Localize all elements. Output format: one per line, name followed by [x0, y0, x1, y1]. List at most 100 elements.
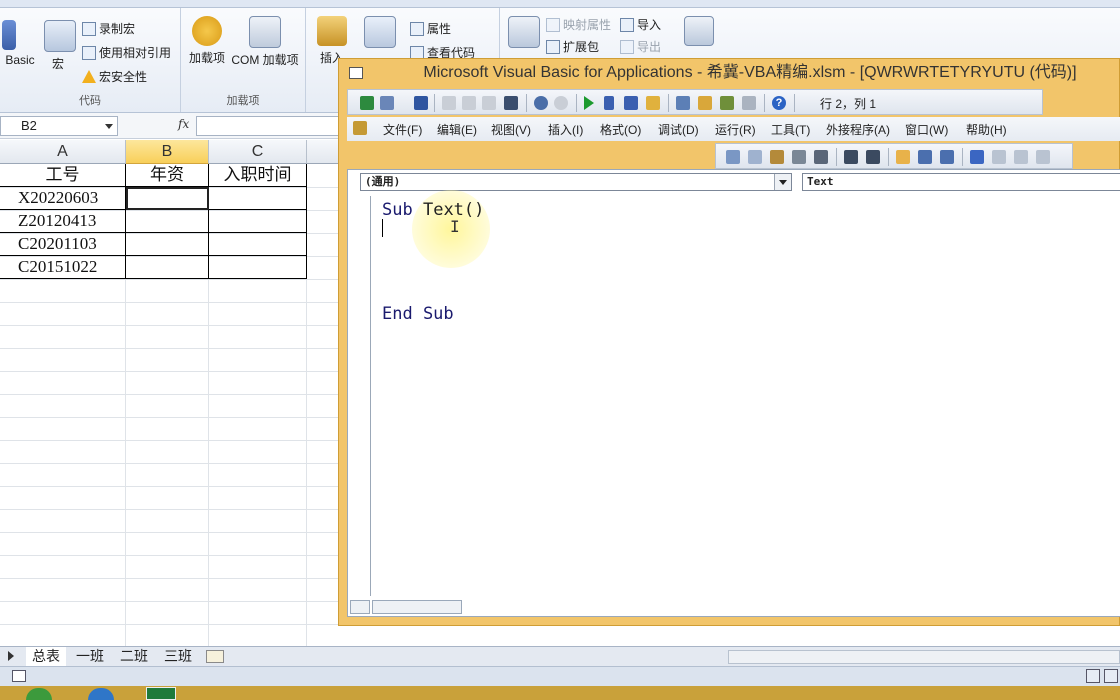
design-mode-button[interactable]	[362, 16, 398, 51]
visual-basic-button[interactable]: Basic	[2, 20, 38, 67]
object-browser-icon[interactable]	[720, 96, 734, 110]
table-cell[interactable]	[126, 256, 209, 279]
design-mode-icon[interactable]	[646, 96, 660, 110]
menu-edit[interactable]: 编辑(E)	[437, 121, 477, 138]
record-macro-button[interactable]: 录制宏	[82, 20, 135, 37]
source-button[interactable]	[508, 16, 540, 51]
table-cell[interactable]	[209, 256, 307, 279]
column-header-c[interactable]: C	[209, 140, 307, 164]
addins-button[interactable]: 加载项	[185, 16, 229, 66]
stop-icon[interactable]	[624, 96, 638, 110]
parameter-info-icon[interactable]	[792, 150, 806, 164]
table-header-cell[interactable]: 工号	[0, 164, 126, 187]
insert-userform-icon[interactable]	[380, 96, 394, 110]
code-line-1[interactable]: Sub Text()	[382, 200, 484, 220]
chevron-down-icon[interactable]	[774, 174, 791, 190]
sheet-tab-erban[interactable]: 二班	[114, 647, 154, 666]
expansion-packs-button[interactable]: 扩展包	[546, 38, 599, 55]
column-header-a[interactable]: A	[0, 140, 126, 164]
formula-input[interactable]	[196, 116, 340, 136]
menu-addins[interactable]: 外接程序(A)	[826, 121, 890, 138]
import-button[interactable]: 导入	[620, 16, 661, 33]
worksheet-grid[interactable]: A B C 工号 年资 入职时间 X20220603 Z20120413 C20…	[0, 140, 340, 646]
vba-app-menu-icon[interactable]	[353, 121, 367, 135]
horizontal-scrollbar[interactable]	[728, 650, 1120, 664]
undo-icon[interactable]	[534, 96, 548, 110]
list-properties-icon[interactable]	[726, 150, 740, 164]
procedure-view-toggle[interactable]	[350, 600, 370, 614]
cut-icon[interactable]	[442, 96, 456, 110]
view-excel-icon[interactable]	[360, 96, 374, 110]
export-button[interactable]: 导出	[620, 38, 661, 55]
page-layout-view-icon[interactable]	[1104, 669, 1118, 683]
table-cell[interactable]: C20201103	[0, 233, 126, 256]
sheet-tab-sanban[interactable]: 三班	[158, 647, 198, 666]
com-addins-button[interactable]: COM 加载项	[229, 16, 301, 68]
indent-icon[interactable]	[844, 150, 858, 164]
menu-format[interactable]: 格式(O)	[600, 121, 641, 138]
macros-button[interactable]: 宏	[44, 20, 76, 72]
save-icon[interactable]	[414, 96, 428, 110]
column-header-b[interactable]: B	[126, 140, 209, 164]
normal-view-icon[interactable]	[1086, 669, 1100, 683]
table-cell[interactable]	[126, 233, 209, 256]
quick-info-icon[interactable]	[770, 150, 784, 164]
table-cell[interactable]: X20220603	[0, 187, 126, 210]
table-cell[interactable]	[209, 233, 307, 256]
redo-icon[interactable]	[554, 96, 568, 110]
table-cell[interactable]	[209, 187, 307, 210]
procedure-dropdown[interactable]: Text	[802, 173, 1120, 191]
name-box[interactable]: B2	[0, 116, 118, 136]
tab-scroll-left-icon[interactable]	[8, 651, 14, 661]
start-orb-icon[interactable]	[26, 688, 52, 700]
macro-record-status-icon[interactable]	[12, 670, 26, 682]
project-explorer-icon[interactable]	[676, 96, 690, 110]
properties-window-icon[interactable]	[698, 96, 712, 110]
excel-taskbar-icon[interactable]	[146, 687, 176, 700]
insert-sheet-icon[interactable]	[206, 650, 224, 663]
properties-button[interactable]: 属性	[410, 20, 451, 37]
toggle-breakpoint-icon[interactable]	[896, 150, 910, 164]
menu-debug[interactable]: 调试(D)	[658, 121, 699, 138]
code-line-end-sub[interactable]: End Sub	[382, 304, 454, 324]
browser-taskbar-icon[interactable]	[88, 688, 114, 700]
sheet-tab-zongbiao[interactable]: 总表	[26, 647, 66, 666]
menu-insert[interactable]: 插入(I)	[548, 121, 583, 138]
macro-security-button[interactable]: 宏安全性	[82, 68, 147, 85]
find-icon[interactable]	[504, 96, 518, 110]
comment-block-icon[interactable]	[918, 150, 932, 164]
table-cell[interactable]: Z20120413	[0, 210, 126, 233]
help-icon[interactable]: ?	[772, 96, 786, 110]
menu-help[interactable]: 帮助(H)	[966, 121, 1007, 138]
menu-file[interactable]: 文件(F)	[383, 121, 422, 138]
clear-bookmarks-icon[interactable]	[1036, 150, 1050, 164]
active-cell[interactable]	[126, 187, 209, 210]
menu-window[interactable]: 窗口(W)	[905, 121, 948, 138]
sheet-tab-yiban[interactable]: 一班	[70, 647, 110, 666]
copy-icon[interactable]	[462, 96, 476, 110]
document-panel-icon[interactable]	[684, 16, 714, 46]
relative-reference-button[interactable]: 使用相对引用	[82, 44, 171, 61]
toggle-bookmark-icon[interactable]	[970, 150, 984, 164]
run-icon[interactable]	[584, 96, 594, 110]
table-cell[interactable]	[126, 210, 209, 233]
outdent-icon[interactable]	[866, 150, 880, 164]
paste-icon[interactable]	[482, 96, 496, 110]
object-dropdown[interactable]: (通用)	[360, 173, 792, 191]
uncomment-block-icon[interactable]	[940, 150, 954, 164]
table-header-cell[interactable]: 入职时间	[209, 164, 307, 187]
next-bookmark-icon[interactable]	[992, 150, 1006, 164]
table-header-cell[interactable]: 年资	[126, 164, 209, 187]
toolbox-icon[interactable]	[742, 96, 756, 110]
table-cell[interactable]: C20151022	[0, 256, 126, 279]
chevron-down-icon[interactable]	[105, 124, 113, 129]
code-window[interactable]: (通用) Text Sub Text() I End Sub	[347, 169, 1120, 617]
menu-view[interactable]: 视图(V)	[491, 121, 531, 138]
map-properties-button[interactable]: 映射属性	[546, 16, 611, 33]
table-cell[interactable]	[209, 210, 307, 233]
menu-tools[interactable]: 工具(T)	[771, 121, 810, 138]
column-header-d[interactable]	[307, 140, 340, 164]
code-horizontal-scrollbar[interactable]	[372, 600, 462, 614]
previous-bookmark-icon[interactable]	[1014, 150, 1028, 164]
menu-run[interactable]: 运行(R)	[715, 121, 756, 138]
